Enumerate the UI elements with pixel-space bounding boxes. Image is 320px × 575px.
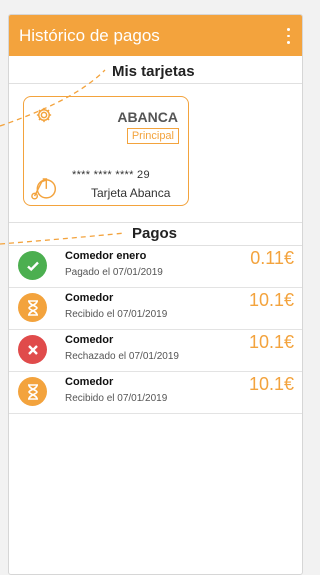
payment-row[interactable]: Comedor Recibido el 07/01/2019 10.1€ (9, 372, 302, 414)
card-number: **** **** **** 29 (72, 169, 150, 181)
gear-icon[interactable] (35, 106, 53, 124)
hourglass-icon (18, 377, 47, 406)
more-vert-icon[interactable] (284, 26, 292, 46)
cards-section-header: Mis tarjetas (9, 61, 302, 84)
payment-amount: 10.1€ (248, 374, 294, 394)
penny-farthing-icon (31, 178, 57, 200)
payment-amount: 10.1€ (248, 332, 294, 352)
payment-title: Comedor enero (65, 250, 147, 262)
principal-badge: Principal (126, 128, 179, 144)
payment-row[interactable]: Comedor Recibido el 07/01/2019 10.1€ (9, 288, 302, 330)
close-icon (18, 335, 47, 364)
hourglass-icon (18, 293, 47, 322)
payment-row[interactable]: Comedor Rechazado el 07/01/2019 10.1€ (9, 330, 302, 372)
card-abanca[interactable]: ABANCA Principal **** **** **** 29 Tarje… (23, 96, 189, 206)
payment-status-date: Pagado el 07/01/2019 (65, 267, 163, 278)
check-icon (18, 251, 47, 280)
payment-title: Comedor (65, 376, 114, 388)
cards-section-title: Mis tarjetas (112, 63, 195, 80)
payment-status-date: Rechazado el 07/01/2019 (65, 351, 179, 362)
card-name: Tarjeta Abanca (91, 186, 171, 200)
payment-status-date: Recibido el 07/01/2019 (65, 393, 168, 404)
payment-amount: 10.1€ (248, 290, 294, 310)
payment-title: Comedor (65, 334, 114, 346)
payment-title: Comedor (65, 292, 114, 304)
phone-screen: Histórico de pagos Mis tarjetas ABANCA P… (8, 14, 303, 575)
payment-status-date: Recibido el 07/01/2019 (65, 309, 168, 320)
app-bar: Histórico de pagos (9, 15, 302, 56)
payments-section-title: Pagos (132, 225, 178, 242)
payments-section: Pagos Comedor enero Pagado el 07/01/2019… (9, 222, 302, 414)
card-bank-name: ABANCA (117, 109, 178, 125)
payment-amount: 0.11€ (250, 248, 294, 268)
payment-row[interactable]: Comedor enero Pagado el 07/01/2019 0.11€ (9, 246, 302, 288)
page-title: Histórico de pagos (19, 25, 160, 45)
payments-section-header: Pagos (9, 222, 302, 246)
